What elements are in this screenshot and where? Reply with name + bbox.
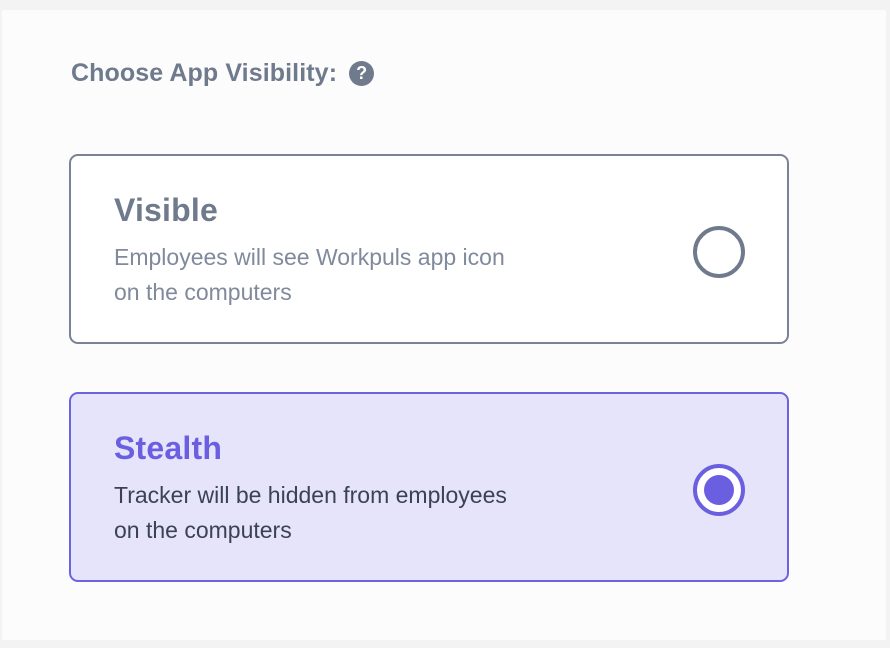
option-card-visible[interactable]: Visible Employees will see Workpuls app … (69, 154, 789, 344)
option-description-visible: Employees will see Workpuls app icon on … (114, 240, 574, 310)
radio-selected-dot (704, 475, 734, 505)
option-description-line: Employees will see Workpuls app icon (114, 244, 505, 270)
radio-button-stealth[interactable] (693, 464, 745, 516)
page-title: Choose App Visibility: (71, 58, 338, 87)
option-description-line: on the computers (114, 279, 292, 305)
heading-row: Choose App Visibility: ? (71, 58, 375, 88)
option-card-stealth[interactable]: Stealth Tracker will be hidden from empl… (69, 392, 789, 582)
question-circle-icon[interactable]: ? (349, 60, 375, 86)
option-title-stealth: Stealth (114, 430, 223, 466)
radio-button-visible[interactable] (693, 226, 745, 278)
option-description-line: on the computers (114, 517, 292, 543)
option-description-stealth: Tracker will be hidden from employees on… (114, 478, 574, 548)
option-title-visible: Visible (114, 192, 218, 228)
option-description-line: Tracker will be hidden from employees (114, 482, 507, 508)
